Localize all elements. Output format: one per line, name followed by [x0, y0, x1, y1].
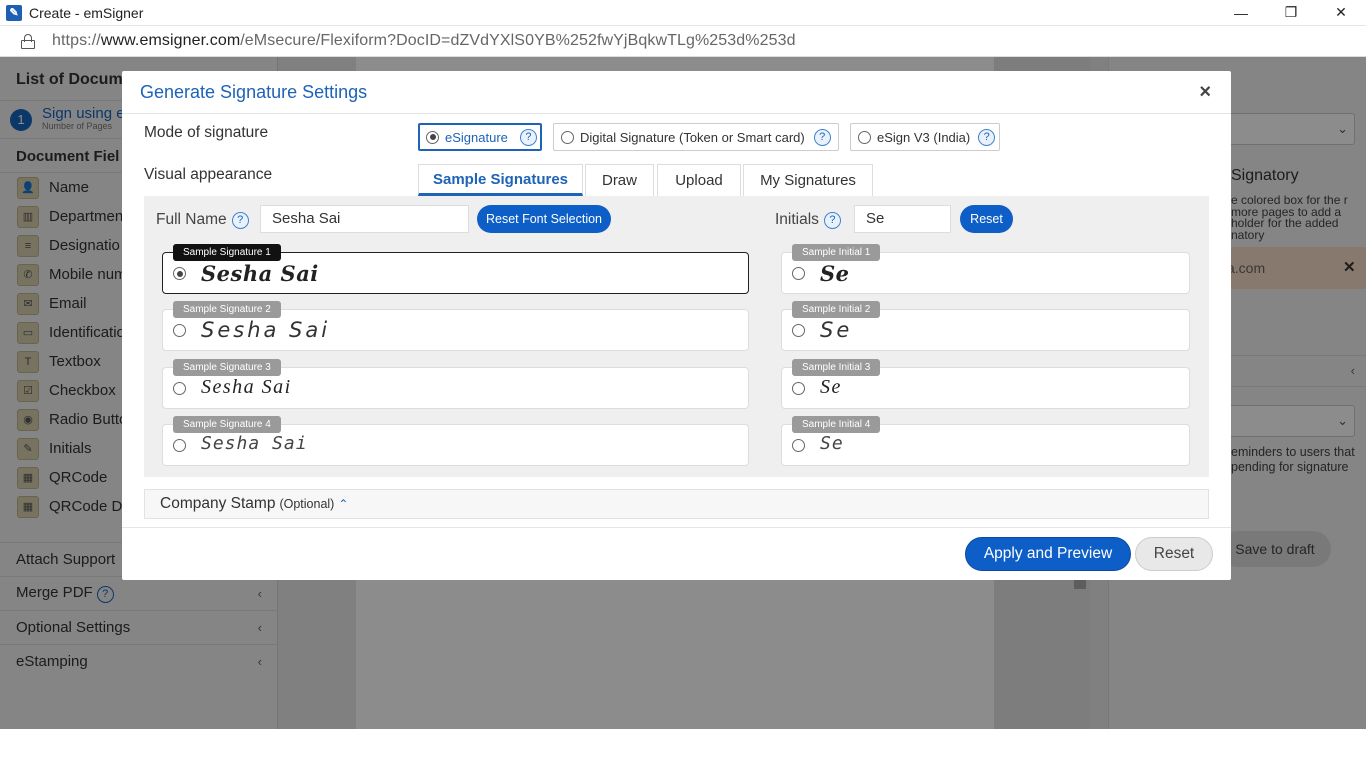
sample-signature-tag: Sample Signature 2 [173, 301, 281, 318]
chevron-up-icon: ⌃ [338, 497, 349, 511]
sample-signatures-panel: Full Name? Sesha Sai Reset Font Selectio… [144, 196, 1209, 477]
modal-title: Generate Signature Settings [140, 82, 368, 102]
signature-settings-modal: Generate Signature Settings × Mode of si… [122, 71, 1231, 580]
signature-preview: Sesha Sai [201, 318, 331, 342]
modal-header: Generate Signature Settings × [122, 71, 1231, 114]
sample-signature-tag: Sample Signature 3 [173, 359, 281, 376]
close-window-button[interactable]: ✕ [1316, 0, 1366, 25]
tab-my-signatures[interactable]: My Signatures [743, 164, 873, 196]
sample-initial-tag: Sample Initial 1 [792, 244, 881, 261]
url-text[interactable]: https://www.emsigner.com/eMsecure/Flexif… [52, 32, 796, 50]
signature-radio[interactable] [173, 439, 186, 452]
mode-option-esign-v3[interactable]: eSign V3 (India) ? [850, 123, 1000, 151]
initial-radio[interactable] [792, 439, 805, 452]
close-icon[interactable]: × [1199, 82, 1211, 102]
mode-option-digital-signature[interactable]: Digital Signature (Token or Smart card) … [553, 123, 839, 151]
signature-preview: Sesha Sai [201, 376, 292, 398]
sample-signature-option[interactable]: Sample Signature 4 Sesha Sai [162, 416, 749, 466]
emsigner-app-icon: ✎ [6, 4, 22, 21]
reset-font-selection-button[interactable]: Reset Font Selection [477, 205, 611, 233]
initial-preview: Se [820, 318, 853, 342]
sample-initial-option[interactable]: Sample Initial 1 Se [781, 244, 1190, 294]
sample-initial-tag: Sample Initial 2 [792, 301, 881, 318]
company-stamp-optional: (Optional) [279, 497, 335, 511]
restore-button[interactable]: ❐ [1266, 0, 1316, 25]
reset-initials-button[interactable]: Reset [960, 205, 1013, 233]
tab-draw[interactable]: Draw [585, 164, 654, 196]
initial-radio[interactable] [792, 324, 805, 337]
minimize-button[interactable]: — [1216, 0, 1266, 25]
initial-preview: Se [820, 433, 844, 454]
signature-preview: Sesha Sai [201, 261, 319, 286]
modal-footer-divider [122, 527, 1231, 528]
window-title: Create - emSigner [29, 4, 144, 21]
reset-button[interactable]: Reset [1135, 537, 1213, 571]
apply-and-preview-button[interactable]: Apply and Preview [965, 537, 1131, 571]
mode-radio[interactable] [858, 130, 871, 144]
initials-label: Initials? [775, 211, 841, 229]
sample-signature-option[interactable]: Sample Signature 2 Sesha Sai [162, 301, 749, 351]
mode-of-signature-label: Mode of signature [144, 124, 269, 141]
help-icon[interactable]: ? [231, 211, 249, 229]
initial-radio[interactable] [792, 267, 805, 280]
sample-signature-tag: Sample Signature 4 [173, 416, 281, 433]
signature-radio[interactable] [173, 324, 186, 337]
tab-upload[interactable]: Upload [657, 164, 741, 196]
help-icon[interactable]: ? [823, 211, 841, 229]
signature-preview: Sesha Sai [201, 433, 308, 454]
mode-option-esignature[interactable]: eSignature ? [418, 123, 542, 151]
sample-initial-tag: Sample Initial 3 [792, 359, 881, 376]
company-stamp-toggle[interactable]: Company Stamp (Optional) ⌃ [144, 489, 1209, 519]
window-titlebar: ✎ Create - emSigner — ❐ ✕ [0, 0, 1366, 25]
address-bar[interactable]: https://www.emsigner.com/eMsecure/Flexif… [0, 25, 1366, 57]
sample-signature-option[interactable]: Sample Signature 1 Sesha Sai [162, 244, 749, 294]
lock-icon[interactable] [21, 33, 35, 49]
full-name-label: Full Name? [156, 211, 249, 229]
sample-initial-option[interactable]: Sample Initial 3 Se [781, 359, 1190, 409]
sample-signature-tag: Sample Signature 1 [173, 244, 281, 261]
help-icon[interactable]: ? [519, 128, 537, 146]
initial-preview: Se [820, 376, 842, 398]
mode-radio[interactable] [426, 130, 439, 144]
sample-signature-option[interactable]: Sample Signature 3 Sesha Sai [162, 359, 749, 409]
initials-input[interactable]: Se [854, 205, 951, 233]
full-name-input[interactable]: Sesha Sai [260, 205, 469, 233]
signature-radio[interactable] [173, 382, 186, 395]
initial-radio[interactable] [792, 382, 805, 395]
initial-preview: Se [820, 261, 850, 286]
sample-initial-option[interactable]: Sample Initial 4 Se [781, 416, 1190, 466]
sample-initial-option[interactable]: Sample Initial 2 Se [781, 301, 1190, 351]
help-icon[interactable]: ? [813, 128, 831, 146]
tab-sample-signatures[interactable]: Sample Signatures [418, 164, 583, 196]
sample-initial-tag: Sample Initial 4 [792, 416, 881, 433]
signature-radio[interactable] [173, 267, 186, 280]
mode-radio[interactable] [561, 130, 574, 144]
visual-appearance-label: Visual appearance [144, 166, 273, 183]
company-stamp-label: Company Stamp [160, 495, 276, 512]
help-icon[interactable]: ? [978, 128, 996, 146]
window-controls: — ❐ ✕ [1216, 0, 1366, 25]
